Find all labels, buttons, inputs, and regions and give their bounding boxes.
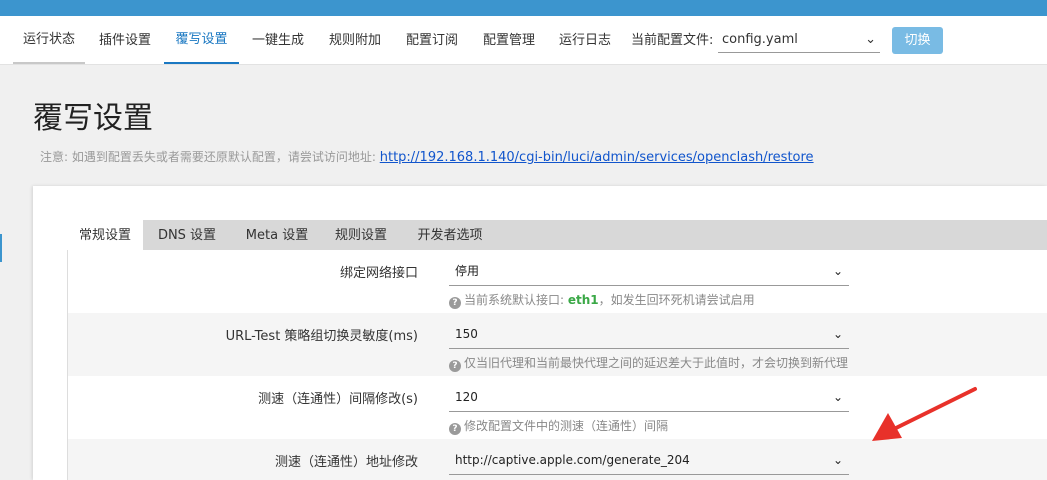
interface-name: eth1 [567,293,599,307]
hint-text: 仅当旧代理和当前最快代理之间的延迟差大于此值时，才会切换到新代理 [464,356,849,370]
top-color-bar [0,0,1047,16]
restore-link[interactable]: http://192.168.1.140/cgi-bin/luci/admin/… [380,150,814,165]
hint-suffix: ，如发生回环死机请尝试启用 [598,293,755,307]
setting-hint: ? 修改配置文件中的测速（连通性）间隔 [449,417,668,435]
page-title: 覆写设置 [33,101,153,136]
setting-row-bind-interface: 绑定网络接口 停用 ⌄ ? 当前系统默认接口: eth1，如发生回环死机请尝试启用 [68,250,1047,313]
question-circle-icon: ? [449,297,461,309]
select-value: 150 [455,327,478,341]
setting-row-urltest-tolerance: URL-Test 策略组切换灵敏度(ms) 150 ⌄ ? 仅当旧代理和当前最快代… [68,313,1047,376]
setting-hint: ? 仅当旧代理和当前最快代理之间的延迟差大于此值时，才会切换到新代理 [449,354,848,372]
settings-subtabs: 常规设置 DNS 设置 Meta 设置 规则设置 开发者选项 [67,220,1047,250]
setting-label: URL-Test 策略组切换灵敏度(ms) [225,329,418,344]
settings-rows: 绑定网络接口 停用 ⌄ ? 当前系统默认接口: eth1，如发生回环死机请尝试启用… [67,250,1047,480]
config-file-label: 当前配置文件: [631,33,714,48]
urltest-tolerance-select[interactable]: 150 ⌄ [449,319,849,349]
nav-tab-plugin-settings[interactable]: 插件设置 [90,16,160,64]
sidebar-edge-marker [0,234,2,262]
select-value: 停用 [455,264,480,278]
setting-row-test-url: 测速（连通性）地址修改 http://captive.apple.com/gen… [68,439,1047,480]
chevron-down-icon: ⌄ [832,327,843,341]
subtab-meta[interactable]: Meta 设置 [237,220,317,250]
chevron-down-icon: ⌄ [832,453,843,467]
nav-tab-config-management[interactable]: 配置管理 [474,16,544,64]
setting-label: 测速（连通性）地址修改 [274,455,418,470]
setting-hint: ? 当前系统默认接口: eth1，如发生回环死机请尝试启用 [449,291,755,309]
nav-tab-config-subscription[interactable]: 配置订阅 [397,16,467,64]
chevron-down-icon: ⌄ [832,390,843,404]
select-value: http://captive.apple.com/generate_204 [455,453,690,467]
nav-tab-run-log[interactable]: 运行日志 [550,16,620,64]
setting-label: 测速（连通性）间隔修改(s) [258,392,418,407]
hint-text: 修改配置文件中的测速（连通性）间隔 [464,419,669,433]
question-circle-icon: ? [449,423,461,435]
setting-row-test-interval: 测速（连通性）间隔修改(s) 120 ⌄ ? 修改配置文件中的测速（连通性）间隔 [68,376,1047,439]
nav-tab-status[interactable]: 运行状态 [13,16,85,64]
subtab-developer[interactable]: 开发者选项 [407,220,493,250]
chevron-down-icon: ⌄ [832,264,843,278]
subtab-general[interactable]: 常规设置 [67,220,143,250]
switch-config-button[interactable]: 切换 [892,27,943,54]
subtab-dns[interactable]: DNS 设置 [147,220,227,250]
config-file-value: config.yaml [722,32,798,47]
nav-tab-rule-append[interactable]: 规则附加 [320,16,390,64]
question-circle-icon: ? [449,360,461,372]
notice-text: 注意: 如遇到配置丢失或者需要还原默认配置，请尝试访问地址: [40,150,376,164]
bind-interface-select[interactable]: 停用 ⌄ [449,256,849,286]
hint-text: 当前系统默认接口: [464,293,565,307]
nav-tab-one-click-generate[interactable]: 一键生成 [243,16,313,64]
main-nav: 运行状态 插件设置 覆写设置 一键生成 规则附加 配置订阅 配置管理 运行日志 [0,16,1047,65]
select-value: 120 [455,390,478,404]
subtab-rules[interactable]: 规则设置 [325,220,397,250]
restore-notice: 注意: 如遇到配置丢失或者需要还原默认配置，请尝试访问地址: http://19… [40,148,814,165]
chevron-down-icon: ⌄ [865,32,876,47]
test-url-select[interactable]: http://captive.apple.com/generate_204 ⌄ [449,445,849,475]
config-file-select[interactable]: config.yaml ⌄ [718,27,880,53]
setting-label: 绑定网络接口 [339,266,418,281]
test-interval-select[interactable]: 120 ⌄ [449,382,849,412]
nav-tab-override-settings[interactable]: 覆写设置 [164,16,239,64]
